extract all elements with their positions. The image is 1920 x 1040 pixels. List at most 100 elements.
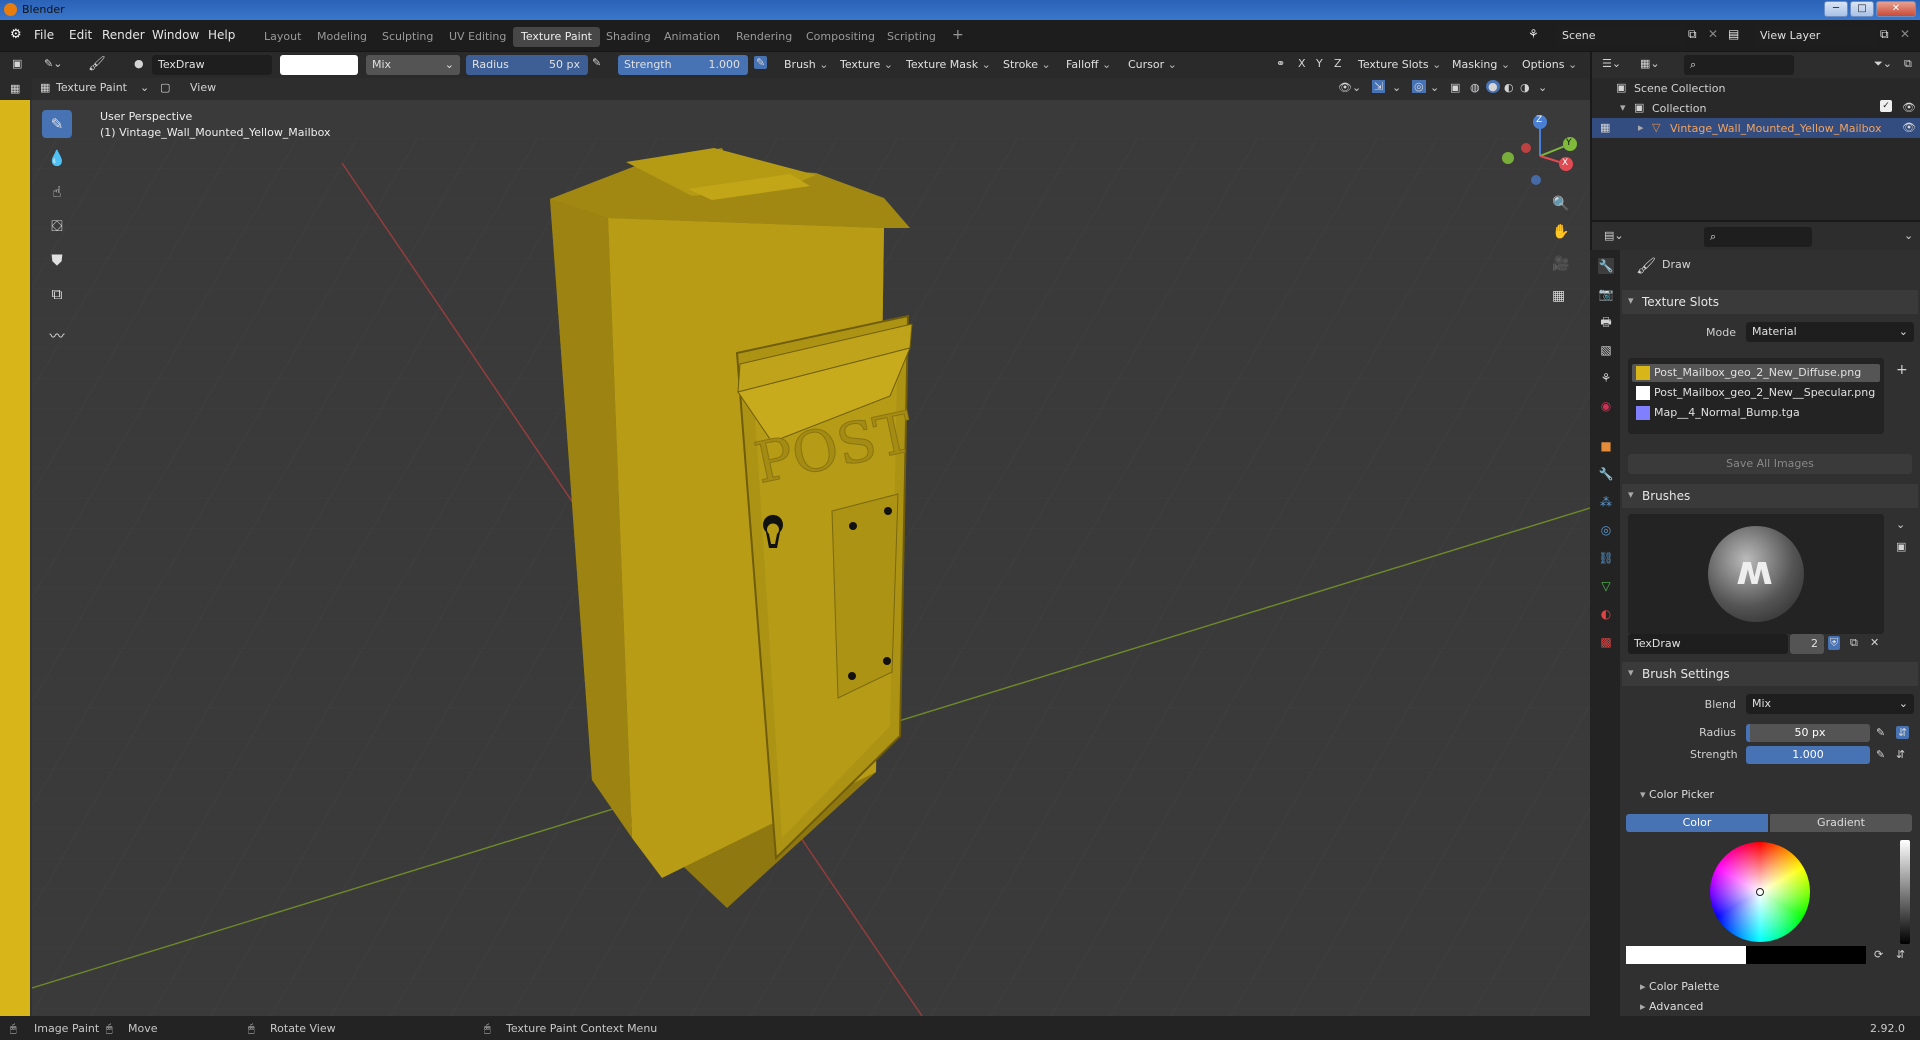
tool-tab-icon[interactable]: 🔧 (1598, 258, 1614, 274)
menu-falloff[interactable]: Falloff (1062, 55, 1117, 75)
delete-view-layer-icon[interactable]: ✕ (1900, 27, 1910, 41)
world-tab-icon[interactable]: ◉ (1598, 398, 1614, 414)
tab-shading[interactable]: Shading (598, 27, 659, 47)
menu-file[interactable]: File (34, 28, 54, 42)
chevron-down-icon[interactable]: ⌄ (1538, 81, 1547, 94)
swap-colors-icon[interactable]: ⟳ (1874, 948, 1883, 961)
view-menu[interactable]: View (190, 81, 216, 94)
texture-slot-item[interactable]: Post_Mailbox_geo_2_New__Specular.png (1632, 384, 1880, 402)
editor-type-icon[interactable]: ▣ (12, 57, 22, 70)
strength-pressure-icon[interactable]: ✎ (754, 56, 768, 69)
value-slider[interactable] (1900, 840, 1910, 944)
outliner-search-input[interactable]: ⌕ (1684, 55, 1794, 75)
output-tab-icon[interactable]: 🖶 (1598, 314, 1614, 330)
constraints-tab-icon[interactable]: ⛓ (1598, 550, 1614, 566)
camera-view-icon[interactable]: 🎥 (1552, 256, 1569, 272)
paint-mode-icon[interactable]: ▦ (1600, 121, 1610, 134)
eye-icon[interactable]: 👁 (1902, 121, 1916, 134)
add-slot-icon[interactable]: + (1896, 362, 1908, 378)
tab-modeling[interactable]: Modeling (309, 27, 375, 47)
image-editor-icon[interactable]: ▦ (10, 82, 20, 95)
paint-mask-toggle[interactable]: ▢ (160, 81, 170, 94)
new-collection-icon[interactable]: ⧉ (1904, 57, 1912, 71)
rendered-shading-icon[interactable]: ◑ (1520, 81, 1530, 94)
delete-scene-icon[interactable]: ✕ (1708, 27, 1718, 41)
wireframe-shading-icon[interactable]: ◍ (1470, 81, 1480, 94)
3d-viewport[interactable]: POST (32, 78, 1590, 1016)
minimize-button[interactable]: ─ (1824, 1, 1848, 17)
color-unit-icon[interactable]: ⇵ (1896, 948, 1905, 961)
tab-animation[interactable]: Animation (656, 27, 728, 47)
radius-unit-icon[interactable]: ⇵ (1896, 726, 1910, 739)
close-button[interactable]: ✕ (1876, 1, 1916, 17)
maximize-button[interactable]: □ (1850, 1, 1874, 17)
particles-tab-icon[interactable]: ⁂ (1598, 494, 1614, 510)
chevron-down-icon[interactable]: ⌄ (1896, 518, 1905, 531)
menu-help[interactable]: Help (208, 28, 235, 42)
scene-field[interactable]: Scene (1556, 26, 1686, 46)
properties-search-input[interactable]: ⌕ (1704, 227, 1812, 247)
material-shading-icon[interactable]: ◐ (1504, 81, 1514, 94)
brush-fake-user-icon[interactable]: ● (134, 57, 144, 70)
primary-color-swatch[interactable] (1626, 946, 1746, 964)
menu-texture-mask[interactable]: Texture Mask (902, 55, 997, 75)
properties-editor-icon[interactable]: ▤⌄ (1604, 229, 1624, 242)
strength-unit-icon[interactable]: ⇵ (1896, 748, 1905, 761)
gizmo-toggle-icon[interactable]: ⇲ (1372, 80, 1386, 93)
menu-render[interactable]: Render (102, 28, 145, 42)
disclosure-icon[interactable]: ▸ (1638, 121, 1644, 134)
panel-texture-slots[interactable]: Texture Slots (1622, 290, 1918, 314)
image-editor-strip[interactable] (0, 100, 32, 1016)
outliner-row-scene-collection[interactable]: ▣ Scene Collection (1592, 78, 1920, 98)
view-layer-field[interactable]: View Layer (1754, 26, 1878, 46)
radius-pressure-icon[interactable]: ✎ (592, 56, 601, 69)
exclude-checkbox[interactable]: ✓ (1880, 100, 1892, 112)
brush-users-count[interactable]: 2 (1790, 634, 1824, 654)
unlink-brush-icon[interactable]: ✕ (1870, 636, 1879, 649)
menu-cursor[interactable]: Cursor (1124, 55, 1183, 75)
xray-toggle-icon[interactable]: ▣ (1450, 81, 1460, 94)
strength-slider[interactable]: Strength 1.000 (618, 55, 748, 75)
view-layer-tab-icon[interactable]: ▧ (1598, 342, 1614, 358)
filter-icon[interactable]: ⏷⌄ (1874, 57, 1892, 71)
add-workspace-icon[interactable]: + (944, 24, 972, 44)
zoom-icon[interactable]: 🔍 (1552, 196, 1569, 212)
fill-tool-button[interactable]: ⛊ (42, 246, 72, 274)
radius-pressure-icon[interactable]: ✎ (1876, 726, 1885, 739)
blend-dropdown[interactable]: Mix ⌄ (366, 55, 460, 75)
tab-texture-paint[interactable]: Texture Paint (513, 27, 600, 47)
panel-color-picker[interactable]: ▾ Color Picker (1640, 788, 1714, 801)
material-tab-icon[interactable]: ◐ (1598, 606, 1614, 622)
symmetry-icon[interactable]: ⚭ (1276, 57, 1285, 70)
strength-slider[interactable]: 1.000 (1746, 746, 1870, 764)
smear-tool-button[interactable]: ☝ (42, 178, 72, 206)
navigation-gizmo[interactable]: Z Y X (1496, 112, 1582, 198)
color-wheel[interactable] (1710, 842, 1810, 942)
overlays-toggle-icon[interactable]: ◎ (1412, 80, 1426, 93)
duplicate-brush-icon[interactable]: ⧉ (1850, 636, 1858, 650)
menu-options[interactable]: Options (1518, 55, 1583, 75)
soften-tool-button[interactable]: 💧 (42, 144, 72, 172)
render-tab-icon[interactable]: 📷 (1598, 286, 1614, 302)
tool-mode-icon[interactable]: ✎⌄ (44, 57, 62, 70)
tab-color[interactable]: Color (1626, 814, 1768, 832)
menu-texture[interactable]: Texture (836, 55, 899, 75)
strength-pressure-icon[interactable]: ✎ (1876, 748, 1885, 761)
modifier-tab-icon[interactable]: 🔧 (1598, 466, 1614, 482)
mirror-z-toggle[interactable]: Z (1334, 57, 1342, 70)
ortho-grid-icon[interactable]: ▦ (1552, 288, 1565, 304)
scene-icon[interactable]: ⚘ (1528, 27, 1539, 41)
pan-hand-icon[interactable]: ✋ (1552, 224, 1569, 240)
mode-dropdown[interactable]: Texture Paint (56, 81, 127, 94)
panel-brushes[interactable]: Brushes (1622, 484, 1918, 508)
texture-slot-item[interactable]: Map__4_Normal_Bump.tga (1632, 404, 1880, 422)
view-layer-icon[interactable]: ▤ (1728, 27, 1739, 41)
outliner-row-object[interactable]: ▦ ▸ ▽ Vintage_Wall_Mounted_Yellow_Mailbo… (1592, 118, 1920, 138)
menu-brush[interactable]: Brush (780, 55, 834, 75)
tab-layout[interactable]: Layout (256, 27, 309, 47)
brush-name-field[interactable]: TexDraw (152, 55, 272, 75)
mode-dropdown[interactable]: Material ⌄ (1746, 322, 1914, 342)
new-scene-icon[interactable]: ⧉ (1688, 27, 1697, 42)
radius-slider[interactable]: Radius 50 px (466, 55, 588, 75)
tab-rendering[interactable]: Rendering (728, 27, 800, 47)
